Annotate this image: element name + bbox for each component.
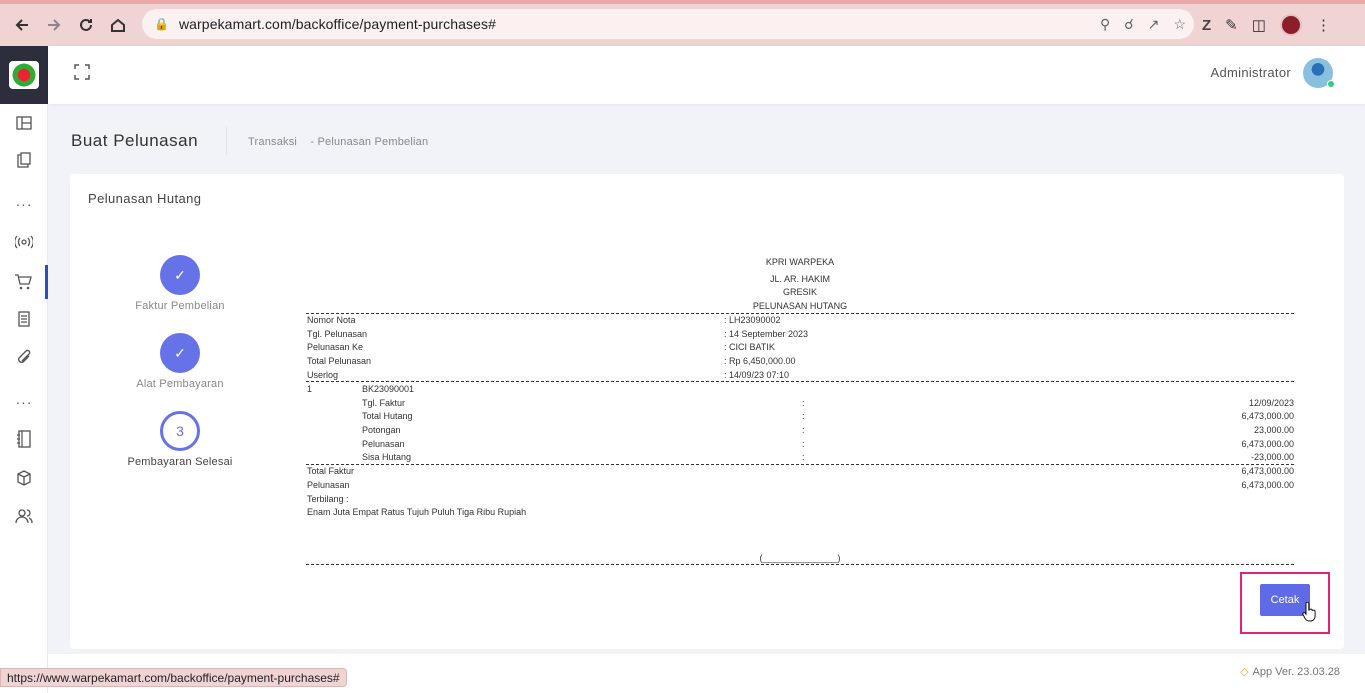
step-check-icon: ✓	[160, 333, 200, 373]
browser-toolbar: 🔒 warpekamart.com/backoffice/payment-pur…	[0, 0, 1365, 46]
card-title: Pelunasan Hutang	[88, 191, 202, 206]
receipt-info-value: : LH23090002	[724, 315, 781, 325]
key-icon[interactable]: ⚲	[1100, 16, 1110, 33]
clipboard-icon[interactable]	[0, 145, 48, 175]
receipt-company: KPRI WARPEKA	[765, 257, 835, 267]
receipt-divider	[306, 464, 1294, 465]
receipt-total-label: Total Faktur	[307, 466, 355, 476]
receipt-item-label: Total Hutang	[362, 411, 413, 421]
broadcast-icon[interactable]	[0, 227, 48, 257]
receipt-info-label: Pelunasan Ke	[307, 342, 364, 352]
address-bar[interactable]: 🔒 warpekamart.com/backoffice/payment-pur…	[142, 9, 1194, 39]
dashboard-icon[interactable]	[0, 108, 48, 138]
breadcrumb: Transaksi - Pelunasan Pembelian	[248, 136, 428, 148]
receipt-info-value: : CICI BATIK	[724, 342, 775, 352]
home-icon[interactable]	[102, 9, 134, 41]
step-label: Pembayaran Selesai	[127, 456, 233, 468]
receipt-item-no: 1	[307, 384, 313, 394]
lock-icon: 🔒	[154, 17, 169, 31]
receipt-info-label: Nomor Nota	[307, 315, 356, 325]
receipt-item-label: Potongan	[362, 425, 401, 435]
receipt-terbilang-text: Enam Juta Empat Ratus Tujuh Puluh Tiga R…	[307, 507, 527, 517]
hand-cursor-icon	[1302, 602, 1316, 622]
step-label: Alat Pembayaran	[136, 378, 224, 390]
receipt-info-value: : 14 September 2023	[724, 329, 809, 339]
receipt-signature: (_______________)	[759, 553, 841, 563]
receipt-doc-title: PELUNASAN HUTANG	[752, 301, 848, 311]
sidebar: ··· ···	[0, 46, 48, 693]
menu-icon[interactable]: ⋮	[1316, 16, 1331, 34]
receipt-city: GRESIK	[782, 287, 817, 297]
more-dots-icon: ···	[15, 394, 33, 410]
zoom-icon[interactable]: ☌	[1124, 16, 1133, 33]
online-status-dot	[1327, 80, 1335, 88]
address-url: warpekamart.com/backoffice/payment-purch…	[178, 16, 497, 32]
receipt-item-value: 23,000.00	[1253, 425, 1294, 435]
payment-card: Pelunasan Hutang ✓ Faktur Pembelian ✓ Al…	[70, 174, 1344, 649]
receipt-total-label: Pelunasan	[307, 480, 350, 490]
receipt-info-label: Total Pelunasan	[307, 356, 372, 366]
share-icon[interactable]: ↗	[1148, 16, 1160, 33]
receipt-item-colon: :	[802, 398, 805, 408]
sidepanel-icon[interactable]: ◫	[1252, 16, 1266, 34]
receipt-item-label: Sisa Hutang	[362, 452, 412, 462]
layers-icon: ◇	[1240, 666, 1249, 678]
step-pembayaran-selesai[interactable]: 3 Pembayaran Selesai	[115, 411, 245, 468]
logo	[9, 61, 39, 89]
star-icon[interactable]: ☆	[1173, 16, 1186, 33]
step-number: 3	[160, 411, 200, 451]
receipt-item-value: 6,473,000.00	[1241, 439, 1294, 449]
receipt-terbilang-label: Terbilang :	[307, 494, 349, 504]
receipt-item-colon: :	[802, 425, 805, 435]
more-dots-icon: ···	[15, 196, 33, 212]
fullscreen-icon[interactable]	[74, 64, 90, 80]
step-faktur-pembelian[interactable]: ✓ Faktur Pembelian	[115, 255, 245, 312]
receipt-divider	[306, 564, 1294, 565]
receipt-item-colon: :	[802, 439, 805, 449]
paperclip-icon[interactable]	[0, 342, 48, 372]
receipt-item-label: Tgl. Faktur	[362, 398, 406, 408]
app-version: ◇ App Ver. 23.03.28	[1240, 665, 1340, 678]
receipt-info-value: : Rp 6,450,000.00	[724, 356, 796, 366]
receipt-info-label: Userlog	[307, 370, 339, 380]
notebook-icon[interactable]	[0, 424, 48, 454]
receipt-info-label: Tgl. Pelunasan	[307, 329, 368, 339]
status-bar-url: https://www.warpekamart.com/backoffice/p…	[0, 668, 347, 687]
step-alat-pembayaran[interactable]: ✓ Alat Pembayaran	[115, 333, 245, 390]
reload-icon[interactable]	[70, 9, 102, 41]
step-label: Faktur Pembelian	[135, 300, 225, 312]
receipt-total-value: 6,473,000.00	[1241, 480, 1294, 490]
receipt-info-value: : 14/09/23 07:10	[724, 370, 790, 380]
breadcrumb-pelunasan-pembelian[interactable]: - Pelunasan Pembelian	[310, 136, 428, 148]
receipt-item-colon: :	[802, 411, 805, 421]
page-title: Buat Pelunasan	[71, 131, 199, 150]
logo-box[interactable]	[0, 46, 48, 104]
receipt-divider	[306, 381, 1294, 382]
receipt-item-value: 6,473,000.00	[1241, 411, 1294, 421]
app-version-text: App Ver. 23.03.28	[1252, 666, 1340, 678]
receipt-item-value: -23,000.00	[1250, 452, 1294, 462]
breadcrumb-transaksi[interactable]: Transaksi	[248, 136, 297, 148]
forward-icon[interactable]	[38, 9, 70, 41]
puzzle-icon[interactable]: ✎	[1225, 16, 1238, 34]
back-icon[interactable]	[6, 9, 38, 41]
receipt-item-colon: :	[802, 452, 805, 462]
receipt-address: JL. AR. HAKIM	[769, 274, 831, 284]
heading-divider	[226, 127, 227, 155]
receipt-item-label: Pelunasan	[362, 439, 405, 449]
cart-icon[interactable]	[0, 265, 48, 299]
package-icon[interactable]	[0, 463, 48, 493]
receipt-total-value: 6,473,000.00	[1241, 466, 1294, 476]
receipt-item-code: BK23090001	[362, 384, 415, 394]
user-name[interactable]: Administrator	[1211, 65, 1291, 80]
receipt-item-value: 12/09/2023	[1248, 398, 1294, 408]
profile-avatar[interactable]	[1279, 14, 1302, 36]
receipt-icon[interactable]	[0, 304, 48, 334]
receipt-divider	[306, 313, 1294, 314]
users-icon[interactable]	[0, 501, 48, 531]
step-check-icon: ✓	[160, 255, 200, 295]
extension-z-icon[interactable]: Z	[1202, 17, 1211, 34]
topbar: Administrator	[48, 46, 1365, 104]
